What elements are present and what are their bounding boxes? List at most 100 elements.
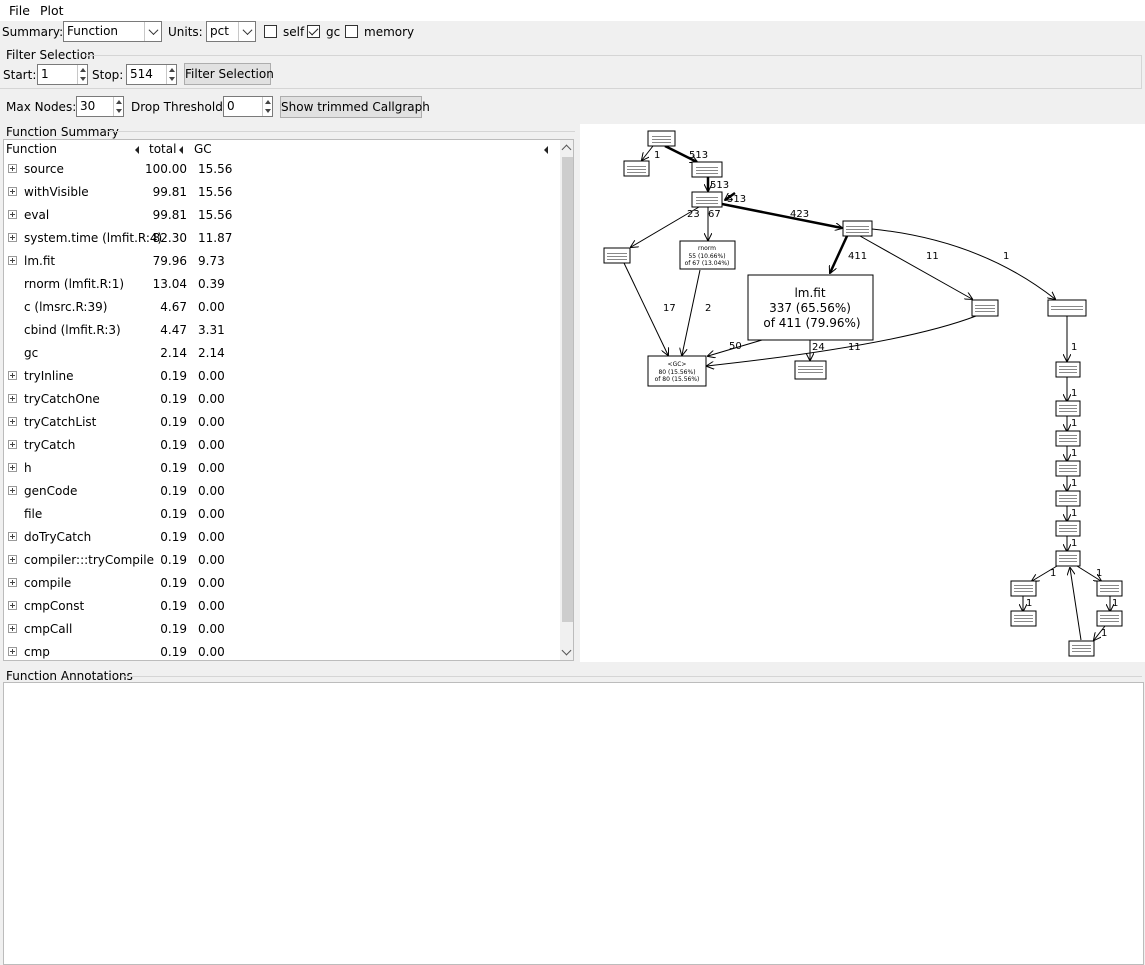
- graph-node[interactable]: [842, 220, 873, 237]
- edge-label: 11: [848, 342, 861, 353]
- function-name-cell: cmp: [24, 645, 50, 659]
- edge-label: 513: [727, 194, 746, 205]
- column-header-total[interactable]: total: [149, 142, 176, 156]
- expand-icon[interactable]: [8, 624, 17, 633]
- table-row[interactable]: compile 0.19 0.00: [4, 573, 560, 596]
- edge-label: 1: [1096, 568, 1102, 579]
- expand-icon[interactable]: [8, 164, 17, 173]
- table-row[interactable]: source 100.00 15.56: [4, 159, 560, 182]
- table-row[interactable]: lm.fit 79.96 9.73: [4, 251, 560, 274]
- graph-node[interactable]: [691, 191, 723, 208]
- graph-node[interactable]: [623, 160, 650, 177]
- sort-icon[interactable]: [135, 146, 139, 154]
- show-trimmed-callgraph-button[interactable]: Show trimmed Callgraph: [280, 96, 430, 118]
- graph-node[interactable]: [603, 247, 631, 264]
- expand-icon[interactable]: [8, 371, 17, 380]
- graph-node[interactable]: [1047, 299, 1087, 317]
- node-rnorm-title: rnorm: [698, 245, 716, 252]
- scroll-up-icon[interactable]: [561, 144, 572, 155]
- table-row[interactable]: system.time (lmfit.R:4) 82.30 11.87: [4, 228, 560, 251]
- spin-buttons[interactable]: [166, 65, 176, 84]
- table-row[interactable]: cmpCall 0.19 0.00: [4, 619, 560, 642]
- table-row[interactable]: c (lmsrc.R:39) 4.67 0.00: [4, 297, 560, 320]
- max-nodes-spinbox[interactable]: 30: [76, 96, 124, 117]
- graph-edge: [1070, 568, 1082, 641]
- spin-buttons[interactable]: [77, 65, 87, 84]
- expand-icon[interactable]: [8, 601, 17, 610]
- function-name-cell: withVisible: [24, 185, 89, 199]
- table-row[interactable]: tryCatchOne 0.19 0.00: [4, 389, 560, 412]
- table-row[interactable]: cmpConst 0.19 0.00: [4, 596, 560, 619]
- table-row[interactable]: genCode 0.19 0.00: [4, 481, 560, 504]
- text-line: [696, 167, 718, 168]
- edge-label: 24: [812, 342, 825, 353]
- expand-icon[interactable]: [8, 578, 17, 587]
- scrollbar-thumb[interactable]: [562, 157, 573, 622]
- callgraph-canvas[interactable]: rnorm 55 (10.66%) of 67 (13.04%) lm.fit …: [580, 124, 1145, 662]
- node-rnorm-self: 55 (10.66%): [688, 253, 725, 260]
- spin-buttons[interactable]: [262, 97, 272, 116]
- table-row[interactable]: tryCatch 0.19 0.00: [4, 435, 560, 458]
- spin-buttons[interactable]: [113, 97, 123, 116]
- table-row[interactable]: cmp 0.19 0.00: [4, 642, 560, 660]
- expand-icon[interactable]: [8, 486, 17, 495]
- group-divider: [122, 676, 1142, 677]
- text-line: [1072, 651, 1091, 652]
- expand-icon[interactable]: [8, 256, 17, 265]
- expand-icon[interactable]: [8, 233, 17, 242]
- expand-icon[interactable]: [8, 532, 17, 541]
- self-checkbox[interactable]: [264, 25, 277, 38]
- drop-threshold-spinbox[interactable]: 0: [223, 96, 273, 117]
- text-line: [1100, 588, 1119, 589]
- expand-icon[interactable]: [8, 647, 17, 656]
- table-row[interactable]: withVisible 99.81 15.56: [4, 182, 560, 205]
- table-row[interactable]: file 0.19 0.00: [4, 504, 560, 527]
- graph-edge: [859, 235, 972, 299]
- total-cell: 0.19: [160, 599, 187, 613]
- table-row[interactable]: gc 2.14 2.14: [4, 343, 560, 366]
- table-row[interactable]: tryCatchList 0.19 0.00: [4, 412, 560, 435]
- text-line: [652, 136, 671, 137]
- memory-checkbox[interactable]: [345, 25, 358, 38]
- table-row[interactable]: h 0.19 0.00: [4, 458, 560, 481]
- summary-select[interactable]: Function: [63, 21, 162, 42]
- table-row[interactable]: eval 99.81 15.56: [4, 205, 560, 228]
- graph-node[interactable]: [647, 130, 676, 147]
- group-divider: [106, 131, 575, 132]
- expand-icon[interactable]: [8, 440, 17, 449]
- table-row[interactable]: tryInline 0.19 0.00: [4, 366, 560, 389]
- text-line: [627, 172, 646, 173]
- sort-icon[interactable]: [544, 146, 548, 154]
- expand-icon[interactable]: [8, 210, 17, 219]
- gc-cell: 11.87: [198, 231, 233, 245]
- function-annotations-area[interactable]: [3, 682, 1144, 965]
- expand-icon[interactable]: [8, 463, 17, 472]
- vertical-scrollbar[interactable]: [560, 140, 573, 660]
- text-line: [798, 372, 823, 373]
- menu-file[interactable]: File: [9, 3, 30, 18]
- units-select[interactable]: pct: [206, 21, 256, 42]
- column-header-function[interactable]: Function: [6, 142, 57, 156]
- sort-icon[interactable]: [179, 146, 183, 154]
- graph-node[interactable]: [691, 161, 723, 178]
- table-row[interactable]: doTryCatch 0.19 0.00: [4, 527, 560, 550]
- expand-icon[interactable]: [8, 187, 17, 196]
- table-row[interactable]: cbind (lmfit.R:3) 4.47 3.31: [4, 320, 560, 343]
- edge-label: 1: [1071, 342, 1077, 353]
- table-row[interactable]: rnorm (lmfit.R:1) 13.04 0.39: [4, 274, 560, 297]
- text-line: [1059, 558, 1077, 559]
- filter-selection-button[interactable]: Filter Selection: [184, 63, 274, 85]
- gc-checkbox[interactable]: [307, 25, 320, 38]
- menu-plot[interactable]: Plot: [40, 3, 64, 18]
- stop-spinbox[interactable]: 514: [126, 64, 177, 85]
- expand-icon[interactable]: [8, 417, 17, 426]
- table-row[interactable]: compiler:::tryCompile 0.19 0.00: [4, 550, 560, 573]
- edge-label: 17: [663, 303, 676, 314]
- scroll-down-icon[interactable]: [561, 645, 572, 656]
- text-line: [1014, 588, 1033, 589]
- start-spinbox[interactable]: 1: [37, 64, 88, 85]
- expand-icon[interactable]: [8, 394, 17, 403]
- column-header-gc[interactable]: GC: [194, 142, 212, 156]
- function-name-cell: genCode: [24, 484, 78, 498]
- expand-icon[interactable]: [8, 555, 17, 564]
